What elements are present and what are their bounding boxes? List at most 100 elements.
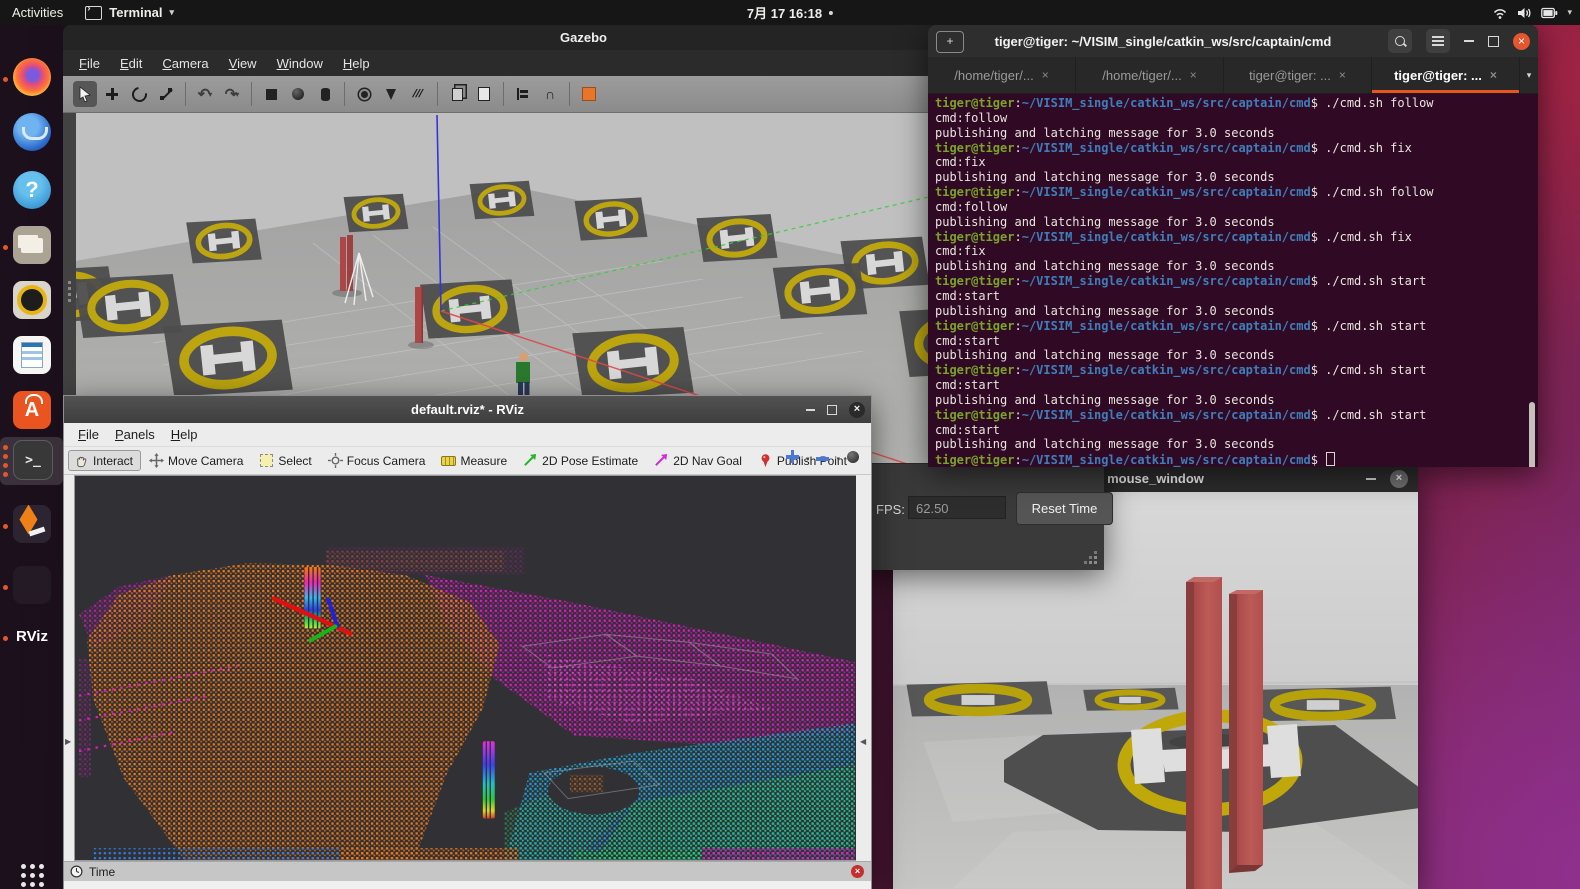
gazebo-menu-help[interactable]: Help xyxy=(335,54,378,73)
snap-icon[interactable]: ∩ xyxy=(538,81,562,107)
terminal-scrollbar[interactable] xyxy=(1529,402,1535,467)
displays-panel-expander[interactable]: ▶ xyxy=(64,475,74,861)
rviz-menu-file[interactable]: File xyxy=(70,425,107,444)
rotate-icon[interactable] xyxy=(127,81,151,107)
terminal-titlebar[interactable]: + tiger@tiger: ~/VISIM_single/catkin_ws/… xyxy=(928,25,1538,57)
time-panel-header[interactable]: Time × xyxy=(64,861,871,881)
directional-light-icon[interactable]: /// xyxy=(406,81,430,107)
terminal-output-line: cmd:fix xyxy=(935,244,1538,259)
views-panel-expander[interactable]: ◀ xyxy=(856,475,871,861)
tool-interact[interactable]: Interact xyxy=(68,450,141,471)
tab-close-icon[interactable]: × xyxy=(1339,68,1346,82)
copy-icon[interactable] xyxy=(445,81,469,107)
align-icon[interactable] xyxy=(511,81,535,107)
dock-item-unknown[interactable] xyxy=(0,563,63,611)
running-indicator xyxy=(3,223,8,271)
gazebo-menu-file[interactable]: File xyxy=(71,54,108,73)
view-angle-icon[interactable] xyxy=(577,81,601,107)
gazebo-menu-window[interactable]: Window xyxy=(269,54,331,73)
maximize-icon[interactable] xyxy=(827,405,837,415)
tool-focus-camera[interactable]: Focus Camera xyxy=(322,450,434,471)
reset-time-button[interactable]: Reset Time xyxy=(1016,492,1113,525)
close-icon[interactable]: × xyxy=(1390,470,1408,488)
rviz-titlebar[interactable]: default.rviz* - RViz × xyxy=(64,396,871,423)
dock-item-firefox[interactable] xyxy=(0,55,63,103)
scale-icon[interactable] xyxy=(154,81,178,107)
terminal-screen[interactable]: tiger@tiger:~/VISIM_single/catkin_ws/src… xyxy=(928,94,1538,467)
remove-tool-icon[interactable] xyxy=(816,457,829,461)
clock-menu[interactable]: 7月 17 16:18 xyxy=(747,3,833,22)
menu-button[interactable] xyxy=(1426,29,1450,53)
terminal-prompt-line: tiger@tiger:~/VISIM_single/catkin_ws/src… xyxy=(935,408,1538,423)
gazebo-menu-edit[interactable]: Edit xyxy=(112,54,150,73)
rviz-menu-panels[interactable]: Panels xyxy=(107,425,163,444)
terminal-tab-3[interactable]: tiger@tiger: ...× xyxy=(1224,57,1372,93)
tab-close-icon[interactable]: × xyxy=(1042,68,1049,82)
rviz-toolbar: InteractMove CameraSelectFocus CameraMea… xyxy=(64,447,871,475)
tool-options-icon[interactable] xyxy=(847,451,859,463)
terminal-title: tiger@tiger: ~/VISIM_single/catkin_ws/sr… xyxy=(968,34,1358,49)
gazebo-menu-camera[interactable]: Camera xyxy=(154,54,216,73)
terminal-prompt-line: tiger@tiger:~/VISIM_single/catkin_ws/src… xyxy=(935,452,1538,467)
new-tab-button[interactable]: + xyxy=(936,31,964,53)
sphere-icon[interactable] xyxy=(286,81,310,107)
minimize-icon[interactable] xyxy=(1366,478,1376,480)
terminal-tab-2[interactable]: /home/tiger/...× xyxy=(1076,57,1224,93)
close-icon[interactable]: × xyxy=(1513,33,1530,50)
tool-2d-pose-estimate[interactable]: 2D Pose Estimate xyxy=(517,450,646,471)
terminal-output-line: publishing and latching message for 3.0 … xyxy=(935,304,1538,319)
dock-item-writer[interactable] xyxy=(0,333,63,381)
time-panel-close-icon[interactable]: × xyxy=(851,865,864,878)
tool-move-camera[interactable]: Move Camera xyxy=(143,450,251,471)
rviz-3d-viewport[interactable] xyxy=(74,475,858,861)
dock-item-software[interactable]: A xyxy=(0,388,63,436)
box-icon[interactable] xyxy=(259,81,283,107)
gazebo-menu-view[interactable]: View xyxy=(221,54,265,73)
tab-list-dropdown-icon[interactable]: ▾ xyxy=(1520,57,1538,93)
paste-icon[interactable] xyxy=(472,81,496,107)
show-applications-button[interactable] xyxy=(0,853,63,889)
system-status-area[interactable]: ▾ xyxy=(1492,0,1572,25)
dock-item-help[interactable]: ? xyxy=(0,168,63,216)
volume-icon xyxy=(1517,6,1532,20)
focus-camera-icon xyxy=(328,453,343,468)
activities-button[interactable]: Activities xyxy=(12,5,63,20)
search-button[interactable] xyxy=(1388,29,1412,53)
tool-2d-nav-goal[interactable]: 2D Nav Goal xyxy=(648,450,750,471)
spot-light-icon[interactable] xyxy=(379,81,403,107)
resize-grip-icon[interactable] xyxy=(1085,552,1097,564)
translate-icon[interactable] xyxy=(100,81,124,107)
tool-measure[interactable]: Measure xyxy=(435,450,515,471)
cylinder-icon[interactable] xyxy=(313,81,337,107)
fps-value-field[interactable]: 62.50 xyxy=(908,496,1006,519)
rviz-menu-help[interactable]: Help xyxy=(163,425,206,444)
terminal-tab-1[interactable]: /home/tiger/...× xyxy=(928,57,1076,93)
select-arrow-icon[interactable] xyxy=(73,81,97,107)
minimize-icon[interactable] xyxy=(806,409,815,411)
rviz-window: default.rviz* - RViz × FilePanelsHelp In… xyxy=(63,395,872,889)
dock-item-gazebo[interactable] xyxy=(0,502,63,550)
tool-select[interactable]: Select xyxy=(253,450,319,471)
dock-item-rhythmbox[interactable] xyxy=(0,278,63,326)
close-icon[interactable]: × xyxy=(849,402,865,418)
point-light-icon[interactable] xyxy=(352,81,376,107)
add-tool-icon[interactable] xyxy=(786,450,799,463)
gazebo-icon xyxy=(13,505,51,543)
tab-close-icon[interactable]: × xyxy=(1190,68,1197,82)
dock-item-rviz[interactable]: RViz xyxy=(0,614,63,662)
terminal-tab-4[interactable]: tiger@tiger: ...× xyxy=(1372,57,1520,93)
app-menu-label: Terminal xyxy=(109,5,162,20)
terminal-output-line: publishing and latching message for 3.0 … xyxy=(935,259,1538,274)
dock-item-thunderbird[interactable] xyxy=(0,110,63,158)
tab-close-icon[interactable]: × xyxy=(1490,68,1497,82)
minimize-icon[interactable] xyxy=(1464,40,1474,42)
rviz-icon: RViz xyxy=(13,617,51,655)
undo-icon[interactable]: ↶▾ xyxy=(193,81,217,107)
top-bar: Activities Terminal ▾ 7月 17 16:18 xyxy=(0,0,1580,25)
dock-item-files[interactable] xyxy=(0,223,63,271)
maximize-icon[interactable] xyxy=(1488,36,1499,47)
redo-icon[interactable]: ↷▾ xyxy=(220,81,244,107)
app-menu[interactable]: Terminal ▾ xyxy=(85,5,174,20)
thunderbird-icon xyxy=(13,113,51,151)
dock-item-terminal[interactable]: >_ xyxy=(0,437,63,485)
